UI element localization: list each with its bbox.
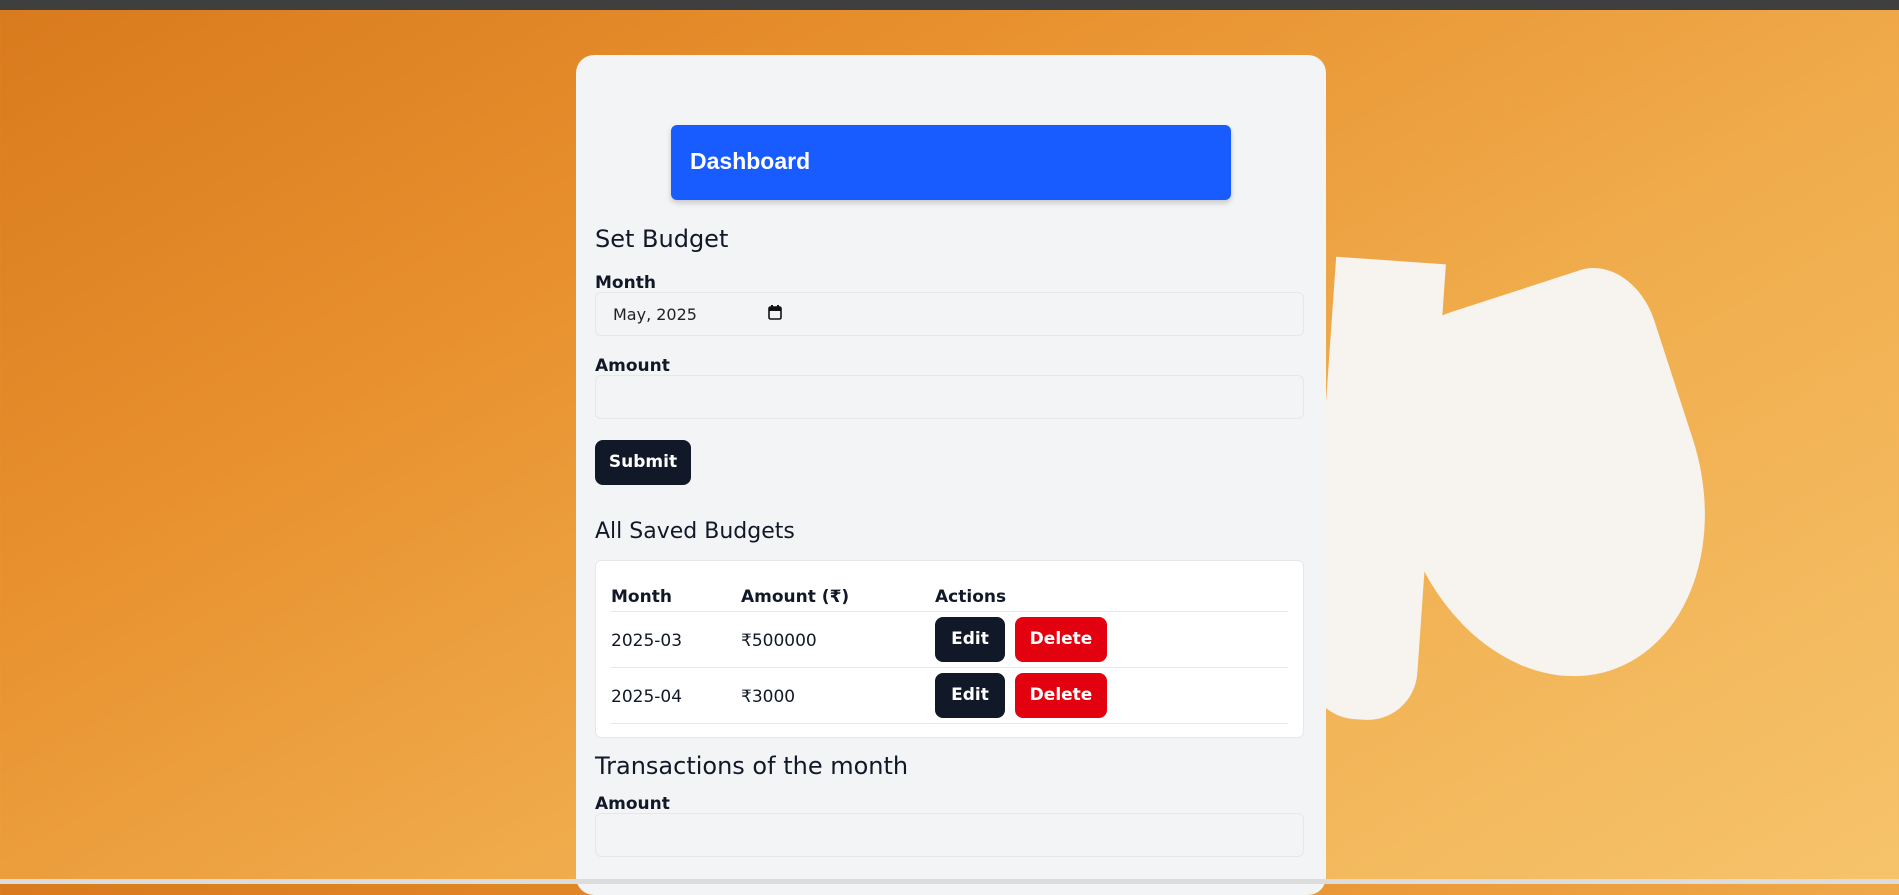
row-month: 2025-04 xyxy=(611,687,683,707)
amount-label: Amount xyxy=(595,356,670,376)
transactions-amount-input[interactable] xyxy=(595,813,1304,857)
table-divider xyxy=(611,723,1288,724)
saved-budgets-heading: All Saved Budgets xyxy=(595,519,795,544)
month-input[interactable]: May, 2025 xyxy=(595,292,1304,336)
browser-top-bar xyxy=(0,0,1899,10)
row-amount: ₹3000 xyxy=(741,687,796,707)
delete-button[interactable]: Delete xyxy=(1015,617,1107,662)
transactions-heading: Transactions of the month xyxy=(595,752,909,780)
dashboard-title: Dashboard xyxy=(690,148,811,174)
amount-input[interactable] xyxy=(595,375,1304,419)
row-month: 2025-03 xyxy=(611,631,683,651)
column-header-month: Month xyxy=(611,587,672,607)
delete-button[interactable]: Delete xyxy=(1015,673,1107,718)
row-amount: ₹500000 xyxy=(741,631,817,651)
month-label: Month xyxy=(595,273,656,293)
submit-button[interactable]: Submit xyxy=(595,440,691,485)
table-divider xyxy=(611,667,1288,668)
budgets-table: Month Amount (₹) Actions 2025-03 ₹500000… xyxy=(595,560,1304,738)
column-header-actions: Actions xyxy=(935,587,1007,607)
set-budget-heading: Set Budget xyxy=(595,225,729,253)
column-header-amount: Amount (₹) xyxy=(741,587,850,607)
dashboard-card: Dashboard Set Budget Month May, 2025 Amo… xyxy=(576,55,1326,895)
dashboard-header: Dashboard xyxy=(671,125,1231,200)
month-input-value: May, 2025 xyxy=(613,305,697,324)
table-divider xyxy=(611,611,1288,612)
browser-bottom-bar xyxy=(0,879,1899,884)
calendar-icon[interactable] xyxy=(768,305,782,320)
edit-button[interactable]: Edit xyxy=(935,673,1005,718)
transactions-amount-label: Amount xyxy=(595,794,670,814)
edit-button[interactable]: Edit xyxy=(935,617,1005,662)
